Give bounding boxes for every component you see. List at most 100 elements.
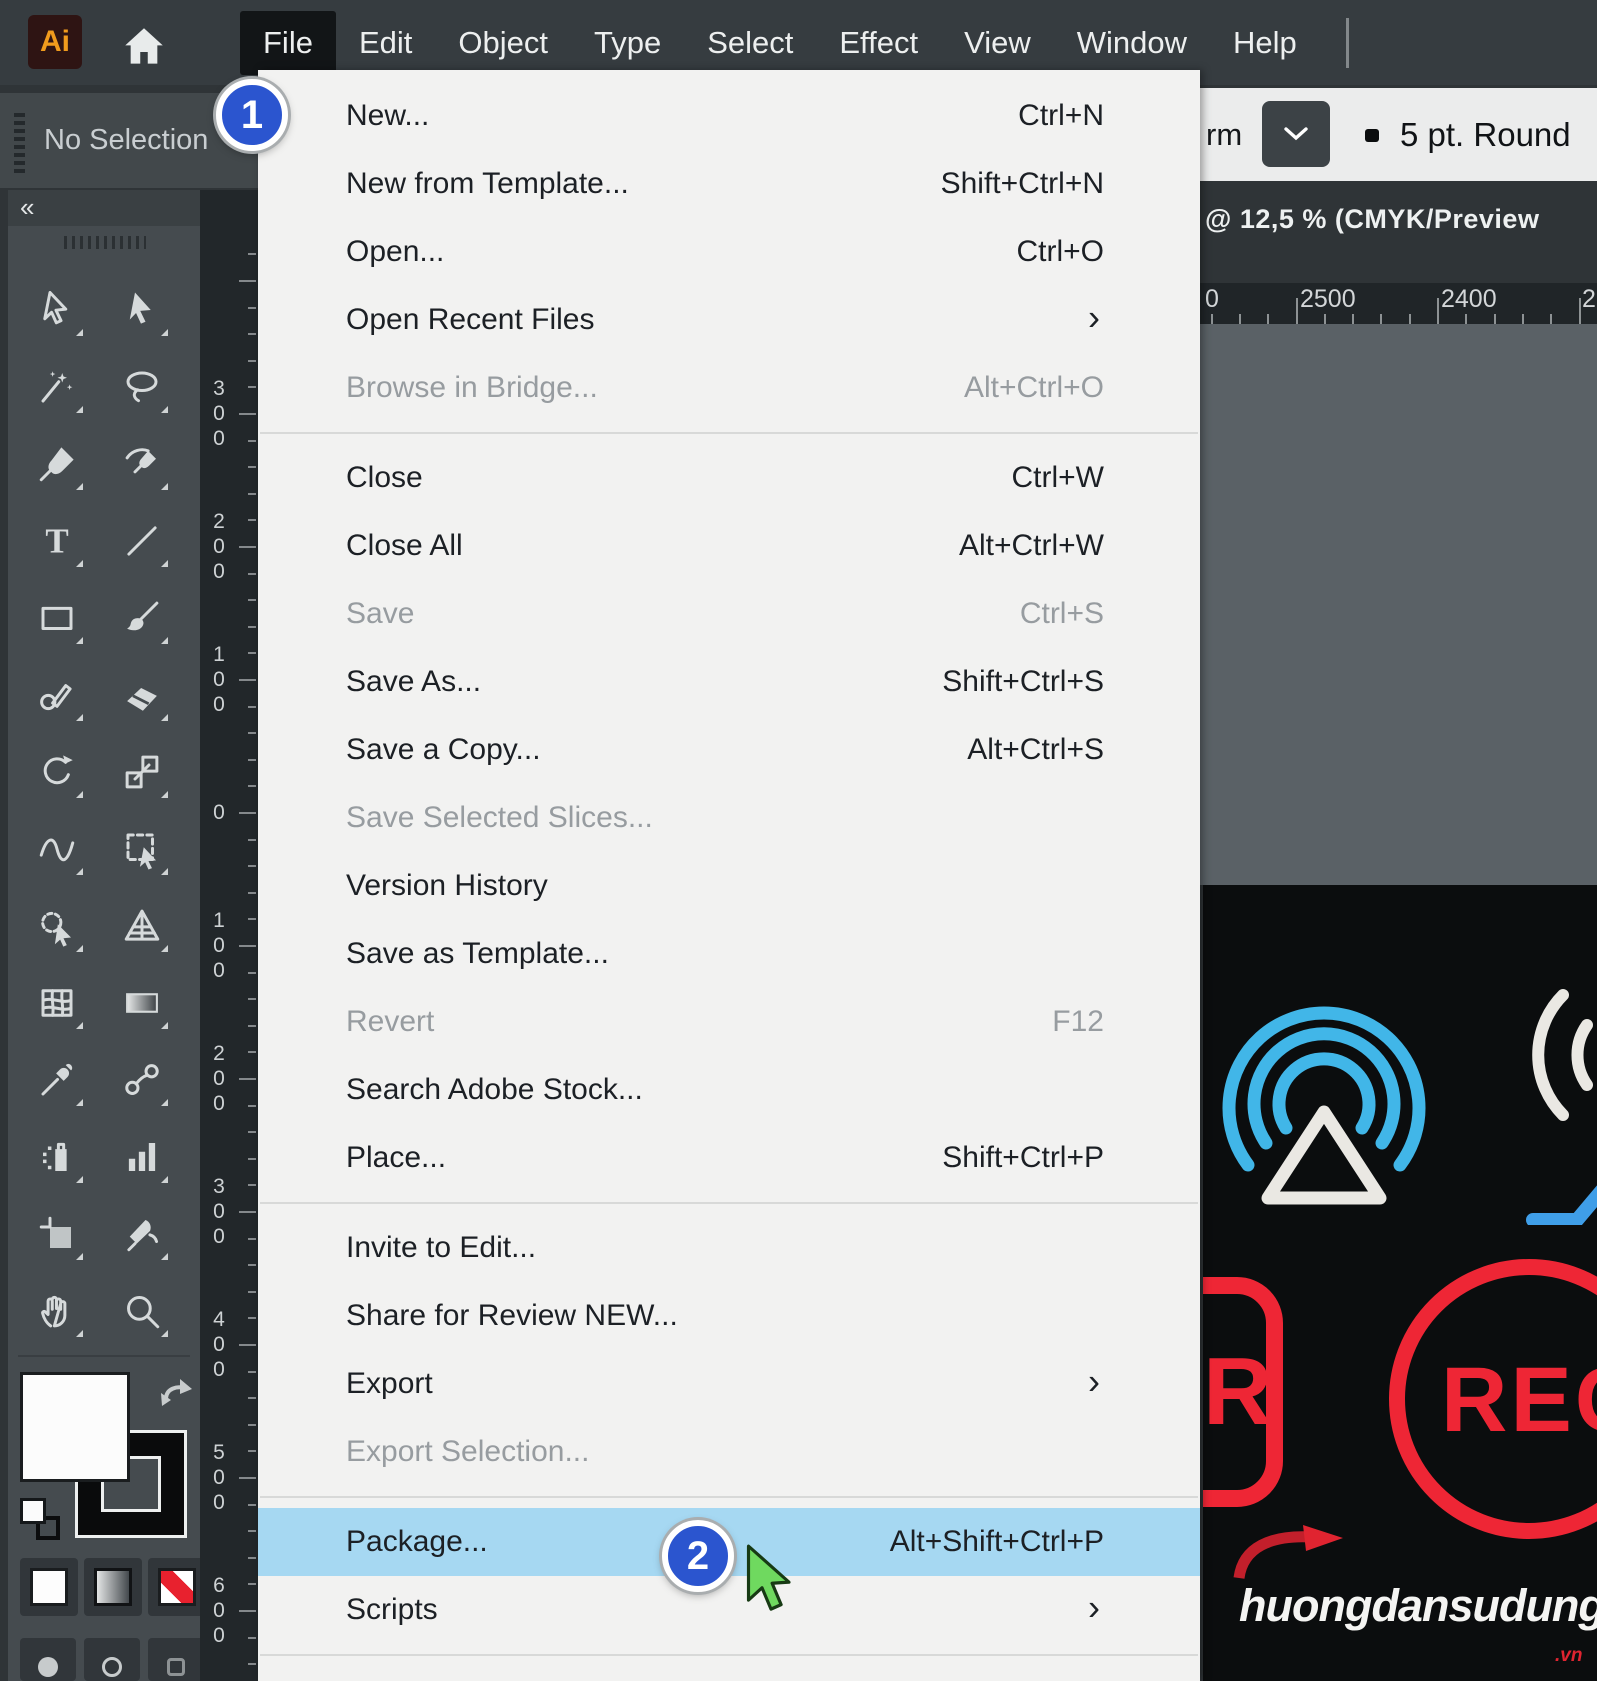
menu-item-shortcut: Alt+Ctrl+W <box>959 529 1104 563</box>
home-icon[interactable] <box>114 22 174 72</box>
airplay-icon <box>1208 980 1440 1225</box>
menubar-item-help[interactable]: Help <box>1210 11 1320 75</box>
menubar-item-edit[interactable]: Edit <box>336 11 435 75</box>
eraser-tool-icon[interactable] <box>114 667 170 723</box>
menu-item-label: Save Selected Slices... <box>346 801 653 835</box>
menu-item-save-a-copy[interactable]: Save a Copy...Alt+Ctrl+S <box>258 716 1200 784</box>
scale-tool-icon[interactable] <box>114 744 170 800</box>
type-tool-icon[interactable]: T <box>29 513 85 569</box>
hand-tool-icon[interactable] <box>29 1283 85 1339</box>
menu-item-export-selection: Export Selection... <box>258 1418 1200 1486</box>
paintbrush-tool-icon[interactable] <box>114 590 170 646</box>
menubar-item-window[interactable]: Window <box>1054 11 1210 75</box>
h-ruler-tick <box>1267 314 1269 324</box>
menu-item-scripts[interactable]: Scripts› <box>258 1576 1200 1644</box>
free-transform-tool-icon[interactable] <box>114 821 170 877</box>
menu-item-version-history[interactable]: Version History <box>258 852 1200 920</box>
magic-wand-tool-icon[interactable] <box>29 359 85 415</box>
width-tool-icon[interactable] <box>29 821 85 877</box>
symbol-sprayer-tool-icon[interactable] <box>29 1129 85 1185</box>
menu-item-close-all[interactable]: Close AllAlt+Ctrl+W <box>258 512 1200 580</box>
shape-builder-tool-icon[interactable] <box>29 898 85 954</box>
chevron-down-icon[interactable] <box>1262 101 1330 167</box>
v-ruler-tick <box>248 1663 256 1665</box>
control-bar-right: rm 5 pt. Round <box>1200 88 1597 181</box>
line-segment-tool-icon[interactable] <box>114 513 170 569</box>
menu-item-share-for-review-new[interactable]: Share for Review NEW... <box>258 1282 1200 1350</box>
selection-tool-icon[interactable] <box>29 282 85 338</box>
menu-item-open-recent-files[interactable]: Open Recent Files› <box>258 286 1200 354</box>
menu-item-shortcut: Shift+Ctrl+N <box>941 167 1104 201</box>
menu-separator <box>260 1496 1198 1498</box>
menu-item-search-adobe-stock[interactable]: Search Adobe Stock... <box>258 1056 1200 1124</box>
lasso-tool-icon[interactable] <box>114 359 170 415</box>
toolbar-grip[interactable] <box>64 236 146 249</box>
zoom-tool-icon[interactable] <box>114 1283 170 1339</box>
eyedropper-tool-icon[interactable] <box>29 1052 85 1108</box>
h-ruler-label: 2400 <box>1441 285 1497 314</box>
menu-item-label: Close <box>346 461 423 495</box>
rectangle-tool-icon[interactable] <box>29 590 85 646</box>
menu-item-place[interactable]: Place...Shift+Ctrl+P <box>258 1124 1200 1192</box>
menu-item-label: Scripts <box>346 1593 438 1627</box>
menu-item-new-from-template[interactable]: New from Template...Shift+Ctrl+N <box>258 150 1200 218</box>
gradient-button[interactable] <box>84 1558 142 1616</box>
menubar-item-type[interactable]: Type <box>571 11 684 75</box>
menu-item-shortcut: Shift+Ctrl+S <box>942 665 1104 699</box>
menu-item-invite-to-edit[interactable]: Invite to Edit... <box>258 1214 1200 1282</box>
swap-fill-stroke-icon[interactable] <box>157 1377 195 1409</box>
menu-item-save-as-template[interactable]: Save as Template... <box>258 920 1200 988</box>
v-ruler-tick <box>248 1583 256 1585</box>
v-ruler-tick <box>248 1530 256 1532</box>
menu-item-label: Save As... <box>346 665 481 699</box>
pen-tool-icon[interactable] <box>29 436 85 492</box>
v-ruler-tick <box>239 812 256 814</box>
fill-swatch[interactable] <box>20 1372 130 1482</box>
direct-selection-tool-icon[interactable] <box>114 282 170 338</box>
menu-item-open[interactable]: Open...Ctrl+O <box>258 218 1200 286</box>
color-button[interactable] <box>20 1558 78 1616</box>
menubar-item-select[interactable]: Select <box>684 11 816 75</box>
menu-item-label: Export <box>346 1367 433 1401</box>
slice-tool-icon[interactable] <box>114 1206 170 1262</box>
menubar-item-object[interactable]: Object <box>435 11 571 75</box>
menu-item-export[interactable]: Export› <box>258 1350 1200 1418</box>
horizontal-ruler: 0250024002 <box>1200 283 1597 324</box>
blend-tool-icon[interactable] <box>114 1052 170 1108</box>
menu-item-new[interactable]: New...Ctrl+N <box>258 82 1200 150</box>
stroke-style-dropdown[interactable]: 5 pt. Round <box>1400 88 1571 181</box>
v-ruler-tick <box>248 1317 256 1319</box>
v-ruler-tick <box>239 280 256 282</box>
gradient-tool-icon[interactable] <box>114 975 170 1031</box>
draw-inside-button[interactable] <box>148 1638 204 1681</box>
collapse-panel-icon[interactable]: « <box>8 190 200 226</box>
menu-item-close[interactable]: CloseCtrl+W <box>258 444 1200 512</box>
v-ruler-tick <box>248 759 256 761</box>
menu-separator <box>260 1654 1198 1656</box>
perspective-grid-tool-icon[interactable] <box>114 898 170 954</box>
draw-behind-button[interactable] <box>84 1638 140 1681</box>
watermark-arrow-icon <box>1231 1523 1353 1581</box>
menu-item-label: Save a Copy... <box>346 733 541 767</box>
draw-normal-button[interactable] <box>20 1638 76 1681</box>
menu-item-label: Revert <box>346 1005 434 1039</box>
menubar-item-file[interactable]: File <box>240 11 336 75</box>
menu-item-revert: RevertF12 <box>258 988 1200 1056</box>
menu-item-label: Open Recent Files <box>346 303 594 337</box>
shaper-tool-icon[interactable] <box>29 667 85 723</box>
artboard-tool-icon[interactable] <box>29 1206 85 1262</box>
column-graph-tool-icon[interactable] <box>114 1129 170 1185</box>
default-fill-stroke-icon[interactable] <box>20 1498 60 1540</box>
h-ruler-tick <box>1324 314 1326 324</box>
menu-item-label: Open... <box>346 235 444 269</box>
none-button[interactable] <box>148 1558 206 1616</box>
document-title: @ 12,5 % (CMYK/Preview <box>1205 204 1539 235</box>
curvature-pen-tool-icon[interactable] <box>114 436 170 492</box>
menubar-item-effect[interactable]: Effect <box>816 11 941 75</box>
menu-item-save-as[interactable]: Save As... Shift+Ctrl+S <box>258 648 1200 716</box>
menu-item-label: Save as Template... <box>346 937 609 971</box>
menubar-item-view[interactable]: View <box>941 11 1054 75</box>
v-ruler-label: 100 <box>200 642 238 717</box>
mesh-tool-icon[interactable] <box>29 975 85 1031</box>
rotate-tool-icon[interactable] <box>29 744 85 800</box>
